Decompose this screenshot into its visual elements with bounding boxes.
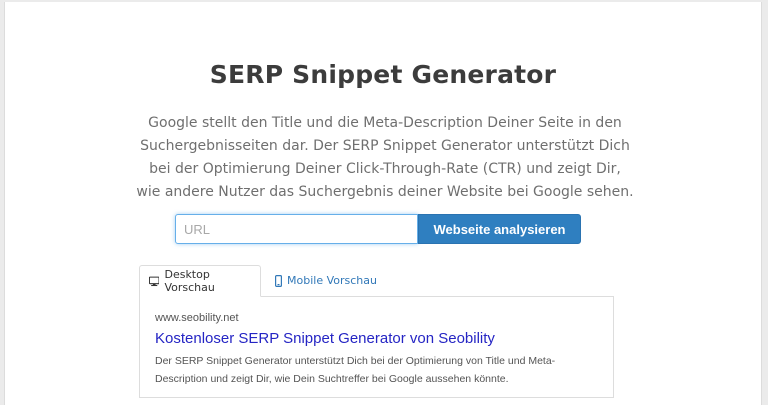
tab-mobile-label: Mobile Vorschau <box>287 274 377 287</box>
tab-mobile-preview[interactable]: Mobile Vorschau <box>261 265 391 296</box>
url-input[interactable] <box>175 214 418 244</box>
preview-tabs: Desktop Vorschau Mobile Vorschau <box>139 265 614 297</box>
monitor-icon <box>149 276 160 286</box>
snippet-url: www.seobility.net <box>155 312 239 324</box>
page-title: SERP Snippet Generator <box>209 60 557 89</box>
intro-text: Google stellt den Title und die Meta-Des… <box>136 115 634 200</box>
preview-panel: www.seobility.net Kostenloser SERP Snipp… <box>139 296 614 398</box>
snippet-title[interactable]: Kostenloser SERP Snippet Generator von S… <box>155 329 595 349</box>
snippet-description: Der SERP Snippet Generator unterstützt D… <box>155 355 556 385</box>
serp-snippet-preview: www.seobility.net Kostenloser SERP Snipp… <box>155 310 595 388</box>
tab-desktop-preview[interactable]: Desktop Vorschau <box>139 265 261 297</box>
page-container: SERP Snippet Generator Google stellt den… <box>4 2 762 405</box>
analyze-website-button[interactable]: Webseite analysieren <box>418 214 581 244</box>
smartphone-icon <box>275 274 282 287</box>
url-search-form: Webseite analysieren <box>175 214 581 244</box>
tab-desktop-label: Desktop Vorschau <box>164 268 215 294</box>
